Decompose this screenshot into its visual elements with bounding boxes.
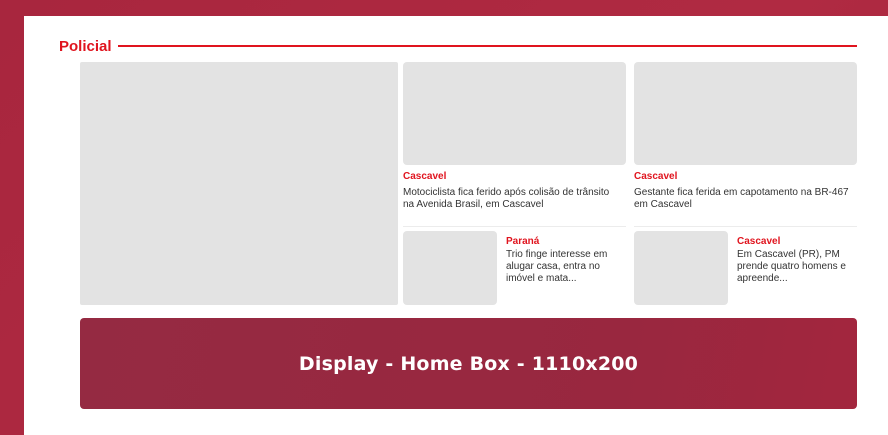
section-divider-line <box>117 45 857 47</box>
article-tag-1[interactable]: Cascavel <box>403 171 446 182</box>
card-divider-1 <box>403 226 626 227</box>
article-headline-1[interactable]: Motociclista fica ferido após colisão de… <box>403 187 618 211</box>
small-article-image-1[interactable] <box>403 231 497 305</box>
article-headline-2[interactable]: Gestante fica ferida em capotamento na B… <box>634 187 849 211</box>
small-article-headline-1[interactable]: Trio finge interesse em alugar casa, ent… <box>506 249 618 285</box>
featured-article-image[interactable] <box>80 62 398 305</box>
article-image-1[interactable] <box>403 62 626 165</box>
display-ad-banner[interactable]: Display - Home Box - 1110x200 <box>80 318 857 409</box>
section-header: Policial <box>59 34 857 58</box>
ad-banner-label: Display - Home Box - 1110x200 <box>298 352 639 375</box>
small-article-image-2[interactable] <box>634 231 728 305</box>
article-image-2[interactable] <box>634 62 857 165</box>
small-article-tag-2[interactable]: Cascavel <box>737 236 780 247</box>
card-divider-2 <box>634 226 857 227</box>
small-article-headline-2[interactable]: Em Cascavel (PR), PM prende quatro homen… <box>737 249 851 285</box>
article-tag-2[interactable]: Cascavel <box>634 171 677 182</box>
small-article-tag-1[interactable]: Paraná <box>506 236 539 247</box>
section-title[interactable]: Policial <box>59 38 118 55</box>
